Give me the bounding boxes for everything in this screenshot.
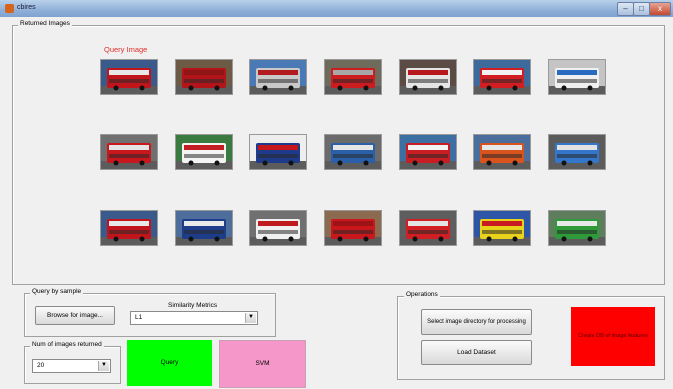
bus-photo <box>325 211 381 245</box>
returned-image-thumbnail[interactable] <box>548 59 606 95</box>
similarity-metric-select[interactable]: L1 ▼ <box>130 311 258 325</box>
returned-image-thumbnail[interactable] <box>175 210 233 246</box>
returned-image-thumbnail[interactable] <box>399 134 457 170</box>
returned-image-thumbnail[interactable] <box>473 59 531 95</box>
returned-image-thumbnail[interactable] <box>324 134 382 170</box>
num-images-value: 20 <box>37 362 45 369</box>
bus-photo <box>250 211 306 245</box>
app-icon <box>5 4 14 13</box>
window-title: cbires <box>17 4 36 11</box>
bus-photo <box>549 135 605 169</box>
returned-image-thumbnail[interactable] <box>548 210 606 246</box>
maximize-button[interactable]: □ <box>633 2 650 16</box>
num-images-select[interactable]: 20 ▼ <box>32 359 111 373</box>
num-images-legend: Num of images returned <box>30 341 104 348</box>
bus-photo <box>474 60 530 94</box>
returned-image-thumbnail[interactable] <box>249 134 307 170</box>
bus-photo <box>176 135 232 169</box>
bus-photo <box>101 135 157 169</box>
bus-photo <box>400 211 456 245</box>
chevron-down-icon[interactable]: ▼ <box>245 313 256 323</box>
returned-image-thumbnail[interactable] <box>100 59 158 95</box>
browse-image-button[interactable]: Browse for image... <box>35 306 115 325</box>
bus-photo <box>325 135 381 169</box>
returned-images-legend: Returned Images <box>18 20 72 27</box>
bus-photo <box>400 60 456 94</box>
bus-photo <box>101 211 157 245</box>
bus-photo <box>549 60 605 94</box>
returned-image-thumbnail[interactable] <box>399 210 457 246</box>
svm-button[interactable]: SVM <box>219 340 306 388</box>
bus-photo <box>474 135 530 169</box>
bus-photo <box>250 135 306 169</box>
query-button[interactable]: Query <box>127 340 212 386</box>
returned-image-thumbnail[interactable] <box>473 134 531 170</box>
returned-image-thumbnail[interactable] <box>249 210 307 246</box>
returned-image-thumbnail[interactable] <box>175 134 233 170</box>
returned-image-thumbnail[interactable] <box>548 134 606 170</box>
bus-photo <box>474 211 530 245</box>
bus-photo <box>325 60 381 94</box>
minimize-button[interactable]: – <box>617 2 634 16</box>
title-bar: cbires – □ x <box>0 0 673 17</box>
returned-image-thumbnail[interactable] <box>399 59 457 95</box>
close-button[interactable]: x <box>649 2 671 16</box>
returned-image-thumbnail[interactable] <box>324 210 382 246</box>
returned-image-thumbnail[interactable] <box>324 59 382 95</box>
returned-image-thumbnail[interactable] <box>175 59 233 95</box>
query-image-label: Query Image <box>104 45 148 54</box>
load-dataset-button[interactable]: Load Dataset <box>421 340 532 365</box>
select-directory-button[interactable]: Select image directory for processing <box>421 309 532 335</box>
bus-photo <box>176 211 232 245</box>
create-db-button[interactable]: Create DB of image features <box>571 307 655 366</box>
bus-photo <box>101 60 157 94</box>
similarity-metric-value: L1 <box>135 314 143 321</box>
returned-image-thumbnail[interactable] <box>249 59 307 95</box>
returned-image-thumbnail[interactable] <box>100 210 158 246</box>
returned-image-thumbnail[interactable] <box>100 134 158 170</box>
bus-photo <box>400 135 456 169</box>
similarity-metrics-label: Similarity Metrics <box>168 302 218 309</box>
query-by-sample-legend: Query by sample <box>30 288 84 295</box>
bus-photo <box>250 60 306 94</box>
chevron-down-icon[interactable]: ▼ <box>98 361 109 371</box>
bus-photo <box>549 211 605 245</box>
operations-legend: Operations <box>404 291 440 298</box>
bus-photo <box>176 60 232 94</box>
returned-image-thumbnail[interactable] <box>473 210 531 246</box>
